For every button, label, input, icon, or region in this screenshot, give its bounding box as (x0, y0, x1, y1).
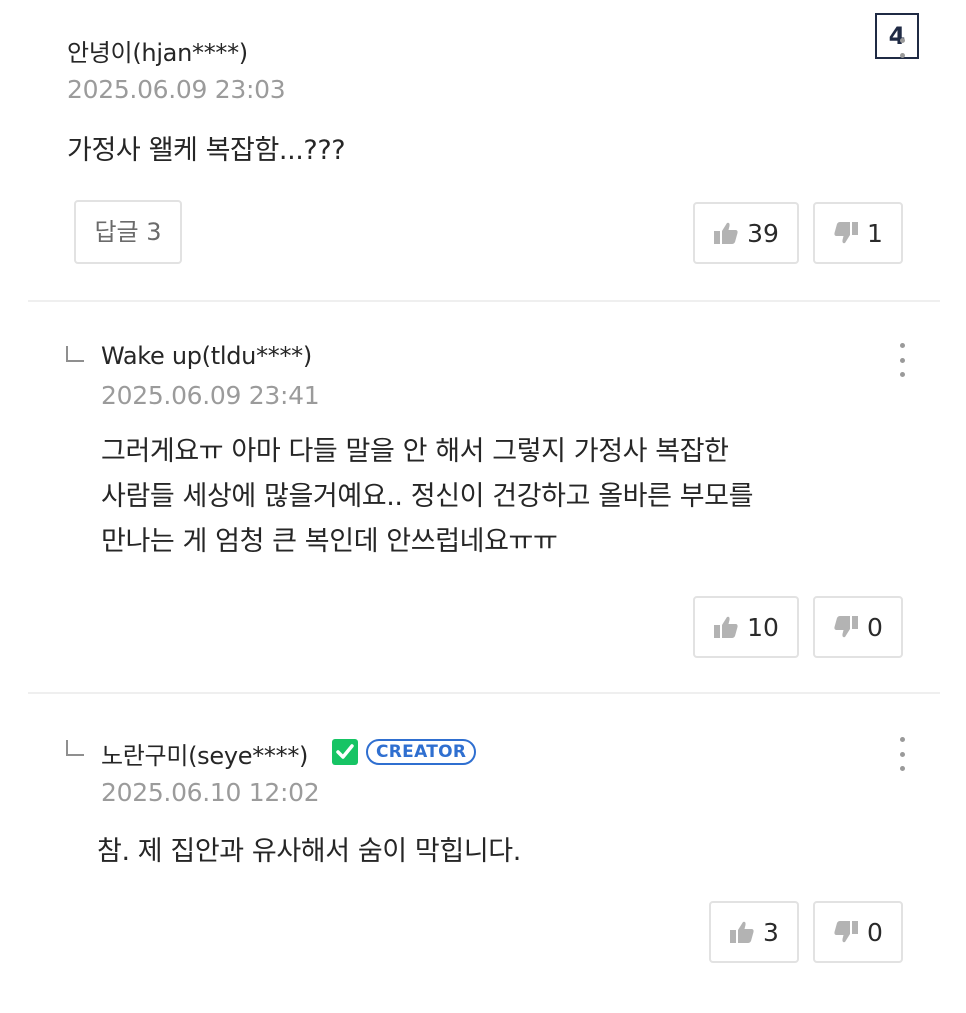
reply-text-line: 그러게요ㅠ 아마 다들 말을 안 해서 그렇지 가정사 복잡한 (101, 436, 729, 467)
dislike-count: 0 (867, 612, 883, 642)
thumbs-up-icon (730, 921, 754, 943)
creator-badge: CREATOR (366, 739, 477, 765)
reply-date: 2025.06.09 23:41 (101, 381, 320, 410)
like-button[interactable]: 3 (709, 901, 799, 963)
reply-count-label: 답글 3 (94, 218, 162, 246)
reply-arrow-icon (66, 346, 84, 362)
reply-author[interactable]: Wake up(tldu****) (101, 342, 312, 370)
like-count: 10 (747, 612, 779, 642)
verified-check-icon (332, 739, 358, 765)
dislike-count: 0 (867, 917, 883, 947)
like-button[interactable]: 10 (693, 596, 799, 658)
more-vertical-icon[interactable] (897, 38, 907, 58)
reply-author[interactable]: 노란구미(seye****) (101, 736, 308, 771)
comment-author[interactable]: 안녕이(hjan****) (67, 33, 248, 68)
reply-date: 2025.06.10 12:02 (101, 778, 320, 807)
more-vertical-icon[interactable] (897, 343, 907, 377)
reply-text: 참. 제 집안과 유사해서 숨이 막힙니다. (97, 836, 521, 867)
thumbs-down-icon (834, 616, 859, 638)
dislike-button[interactable]: 0 (813, 901, 903, 963)
dislike-button[interactable]: 1 (813, 202, 903, 264)
like-count: 39 (747, 218, 779, 248)
comment-text: 가정사 왤케 복잡함...??? (67, 135, 346, 166)
reply-text-line: 사람들 세상에 많을거예요.. 정신이 건강하고 올바른 부모를 (101, 481, 754, 512)
thumbs-down-icon (834, 921, 859, 943)
dislike-button[interactable]: 0 (813, 596, 903, 658)
reply-arrow-icon (66, 740, 84, 756)
like-button[interactable]: 39 (693, 202, 799, 264)
reply-text: 그러게요ㅠ 아마 다들 말을 안 해서 그렇지 가정사 복잡한 사람들 세상에 … (101, 429, 753, 564)
comment-date: 2025.06.09 23:03 (67, 75, 286, 104)
dislike-count: 1 (867, 218, 883, 248)
reply-text-line: 만나는 게 엄청 큰 복인데 안쓰럽네요ㅠㅠ (101, 526, 558, 557)
divider (28, 692, 940, 694)
thumbs-down-icon (834, 222, 859, 244)
thumbs-up-icon (714, 222, 738, 244)
more-vertical-icon[interactable] (897, 737, 907, 771)
divider (28, 300, 940, 302)
thumbs-up-icon (714, 616, 738, 638)
reply-count-button[interactable]: 답글 3 (74, 200, 182, 264)
like-count: 3 (763, 917, 779, 947)
